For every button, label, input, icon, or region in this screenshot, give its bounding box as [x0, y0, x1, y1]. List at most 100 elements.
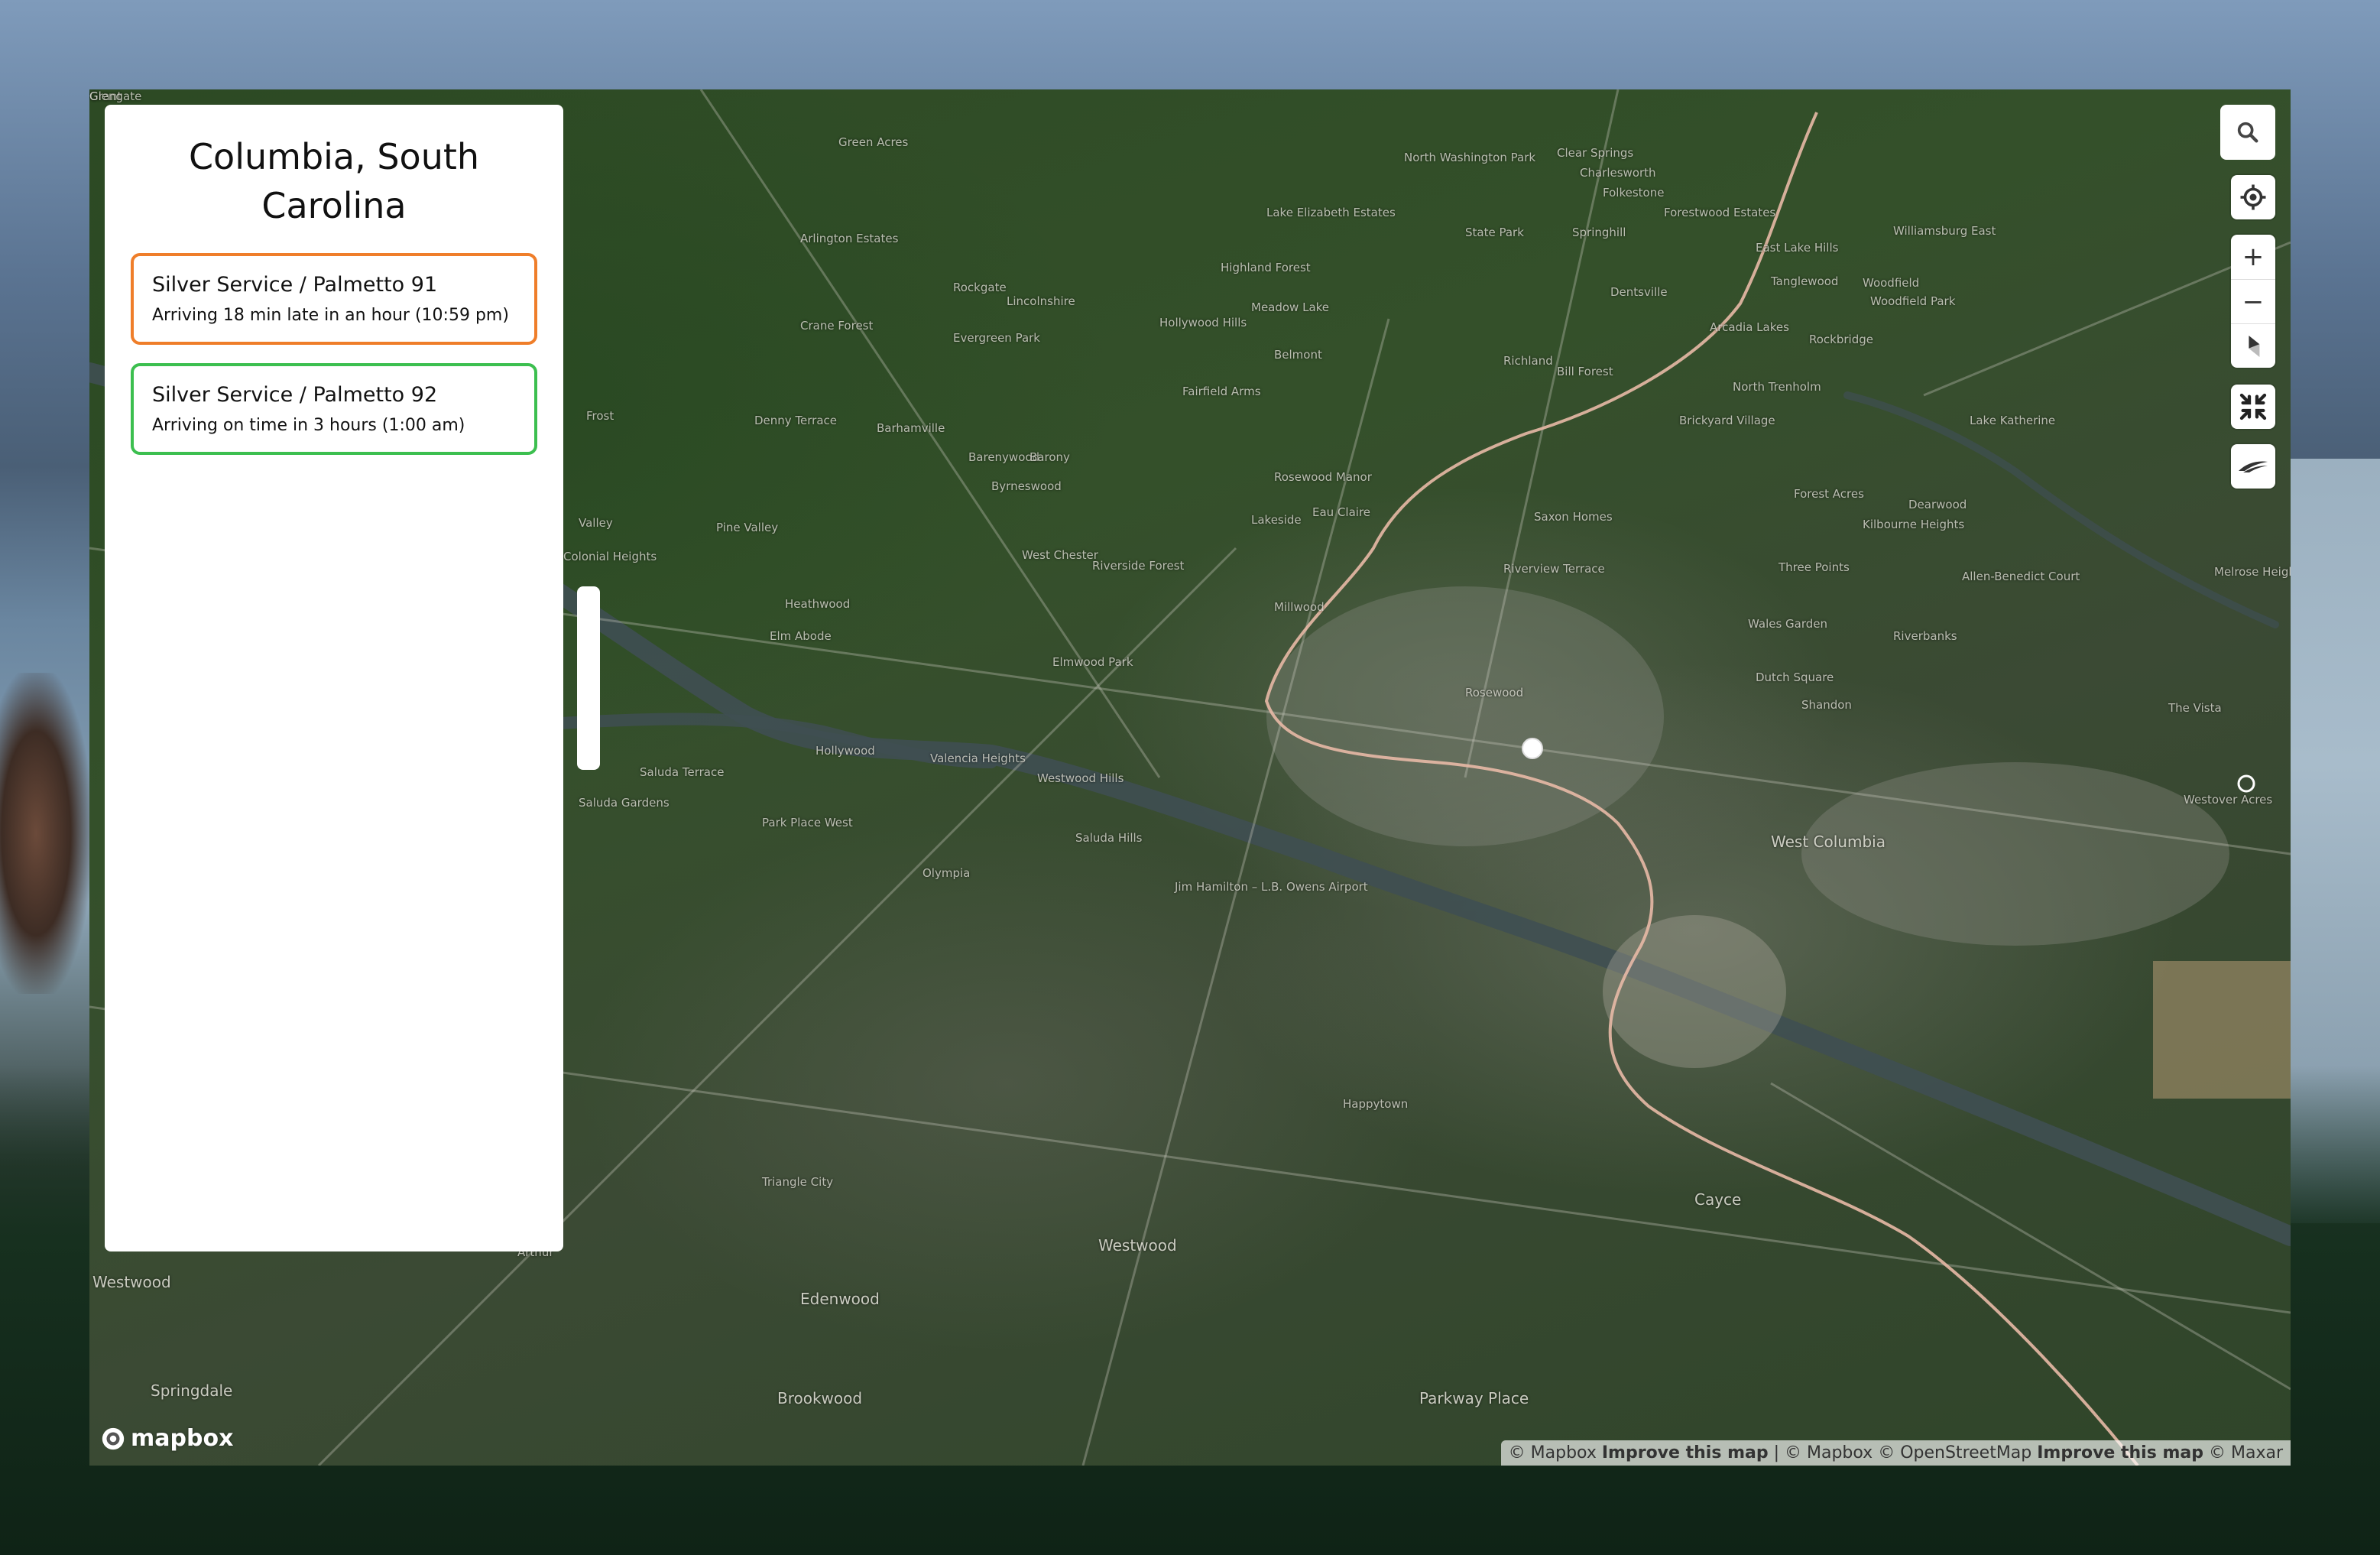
place-label: Hollywood: [815, 744, 875, 758]
place-label: Woodfield: [1863, 276, 1920, 290]
map-attribution: © Mapbox Improve this map | © Mapbox © O…: [1500, 1440, 2291, 1466]
place-label: Fairfield Arms: [1182, 385, 1261, 398]
place-label: Parkway Place: [1419, 1389, 1529, 1407]
place-label: Triangle City: [762, 1175, 834, 1189]
attribution-mapbox[interactable]: © Mapbox: [1509, 1443, 1597, 1462]
place-label: The Vista: [2168, 701, 2222, 715]
amtrak-button[interactable]: [2231, 444, 2275, 489]
place-label: Tanglewood: [1771, 274, 1839, 288]
place-label: Saluda Hills: [1075, 831, 1143, 845]
place-label: Crane Forest: [800, 319, 874, 333]
place-label: Millwood: [1274, 600, 1325, 614]
place-label: Arlington Estates: [800, 232, 899, 245]
place-label: Saxon Homes: [1534, 510, 1613, 524]
place-label: Colonial Heights: [563, 550, 657, 563]
place-label: Woodfield Park: [1870, 294, 1956, 308]
place-label: Barhamville: [877, 421, 945, 435]
place-label: Valley: [579, 516, 613, 530]
mapbox-wordmark: mapbox: [131, 1425, 234, 1452]
place-label: Riverside Forest: [1092, 559, 1185, 573]
place-label: Clear Springs: [1557, 146, 1634, 160]
place-label: Eau Claire: [1312, 505, 1371, 519]
train-card[interactable]: Silver Service / Palmetto 91 Arriving 18…: [131, 253, 537, 345]
place-label: Rosewood: [1465, 686, 1524, 700]
quarry-area: [1603, 915, 1786, 1068]
train-name: Silver Service / Palmetto 91: [152, 273, 438, 297]
fullscreen-control: [2231, 385, 2275, 429]
place-label: West Chester: [1022, 548, 1098, 562]
mapbox-icon: [102, 1427, 125, 1449]
place-label: East Lake Hills: [1756, 241, 1839, 255]
geolocate-control: [2231, 175, 2275, 219]
attribution-osm[interactable]: © OpenStreetMap: [1878, 1443, 2031, 1462]
crosshair-icon: [2240, 184, 2266, 210]
place-label: Dearwood: [1908, 498, 1967, 511]
zoom-in-button[interactable]: +: [2231, 235, 2275, 279]
mapbox-logo[interactable]: mapbox: [100, 1425, 233, 1452]
place-label: Barony: [1029, 450, 1070, 464]
airport-icon: [2237, 774, 2255, 793]
place-label: Highland Forest: [1221, 261, 1311, 274]
fullscreen-button[interactable]: [2231, 385, 2275, 429]
panel-resize-handle[interactable]: [577, 586, 600, 770]
place-label: Elm Abode: [770, 629, 832, 643]
place-label: North Trenholm: [1733, 380, 1821, 394]
place-label: Rockbridge: [1809, 333, 1873, 346]
place-label: Frost: [586, 409, 614, 423]
place-label: Heathwood: [785, 597, 851, 611]
train-card[interactable]: Silver Service / Palmetto 92 Arriving on…: [131, 363, 537, 455]
amtrak-control: [2231, 444, 2275, 489]
place-label: Happytown: [1343, 1097, 1409, 1111]
train-status: Arriving 18 min late in an hour (10:59 p…: [152, 306, 509, 325]
place-label: Riverview Terrace: [1503, 562, 1605, 576]
improve-map-link[interactable]: Improve this map: [2037, 1443, 2203, 1462]
place-label: Evergreen Park: [953, 331, 1040, 345]
place-label: Lake Elizabeth Estates: [1266, 206, 1396, 219]
place-label: Springhill: [1572, 226, 1626, 239]
place-label: Rosewood Manor: [1274, 470, 1372, 484]
place-label: Riverbanks: [1893, 629, 1957, 643]
place-label: Charlesworth: [1580, 166, 1656, 180]
train-status: Arriving on time in 3 hours (1:00 am): [152, 416, 465, 435]
attribution-separator: |: [1773, 1443, 1780, 1462]
place-label: Dentsville: [1610, 285, 1668, 299]
search-button[interactable]: [2220, 105, 2275, 160]
place-label: Belmont: [1274, 348, 1322, 362]
place-label: Arcadia Lakes: [1710, 320, 1789, 334]
place-label: Westwood: [1098, 1236, 1177, 1255]
place-label: Folkestone: [1603, 186, 1665, 200]
place-label: Byrneswood: [991, 479, 1062, 493]
place-label: Shandon: [1801, 698, 1852, 712]
place-label: North Washington Park: [1404, 151, 1536, 164]
improve-map-link[interactable]: Improve this map: [1602, 1443, 1769, 1462]
place-label: Springdale: [151, 1381, 233, 1400]
place-label: Meadow Lake: [1251, 300, 1330, 314]
place-label: Lakeside: [1251, 513, 1302, 527]
station-marker: [1522, 738, 1543, 759]
attribution-mapbox[interactable]: © Mapbox: [1785, 1443, 1873, 1462]
place-label: State Park: [1465, 226, 1524, 239]
satellite-map[interactable]: Green Acres North Washington Park Clear Sp…: [89, 89, 2291, 1466]
attribution-maxar[interactable]: © Maxar: [2209, 1443, 2283, 1462]
place-label: Williamsburg East: [1893, 224, 1996, 238]
place-label: Dutch Square: [1756, 670, 1834, 684]
place-label: Brookwood: [777, 1389, 863, 1407]
amtrak-logo-icon: [2239, 461, 2268, 472]
geolocate-button[interactable]: [2231, 175, 2275, 219]
place-label: Saluda Gardens: [579, 796, 670, 810]
place-label: Park Place West: [762, 816, 853, 829]
train-name: Silver Service / Palmetto 92: [152, 383, 438, 407]
river-branch: [542, 713, 997, 768]
compass-button[interactable]: [2231, 323, 2275, 368]
airport-area: [1801, 762, 2229, 946]
zoom-out-button[interactable]: −: [2231, 279, 2275, 323]
place-label: Hollywood Hills: [1159, 316, 1247, 330]
place-label: Kilbourne Heights: [1863, 518, 1965, 531]
place-label: West Columbia: [1771, 833, 1886, 851]
downtown-area: [1266, 586, 1664, 846]
place-label: Saluda Terrace: [640, 765, 725, 779]
place-label: Rockgate: [953, 281, 1007, 294]
place-label: Westover Acres: [2184, 793, 2273, 807]
place-label: Olympia: [922, 866, 971, 880]
place-label: Brickyard Village: [1679, 414, 1775, 427]
